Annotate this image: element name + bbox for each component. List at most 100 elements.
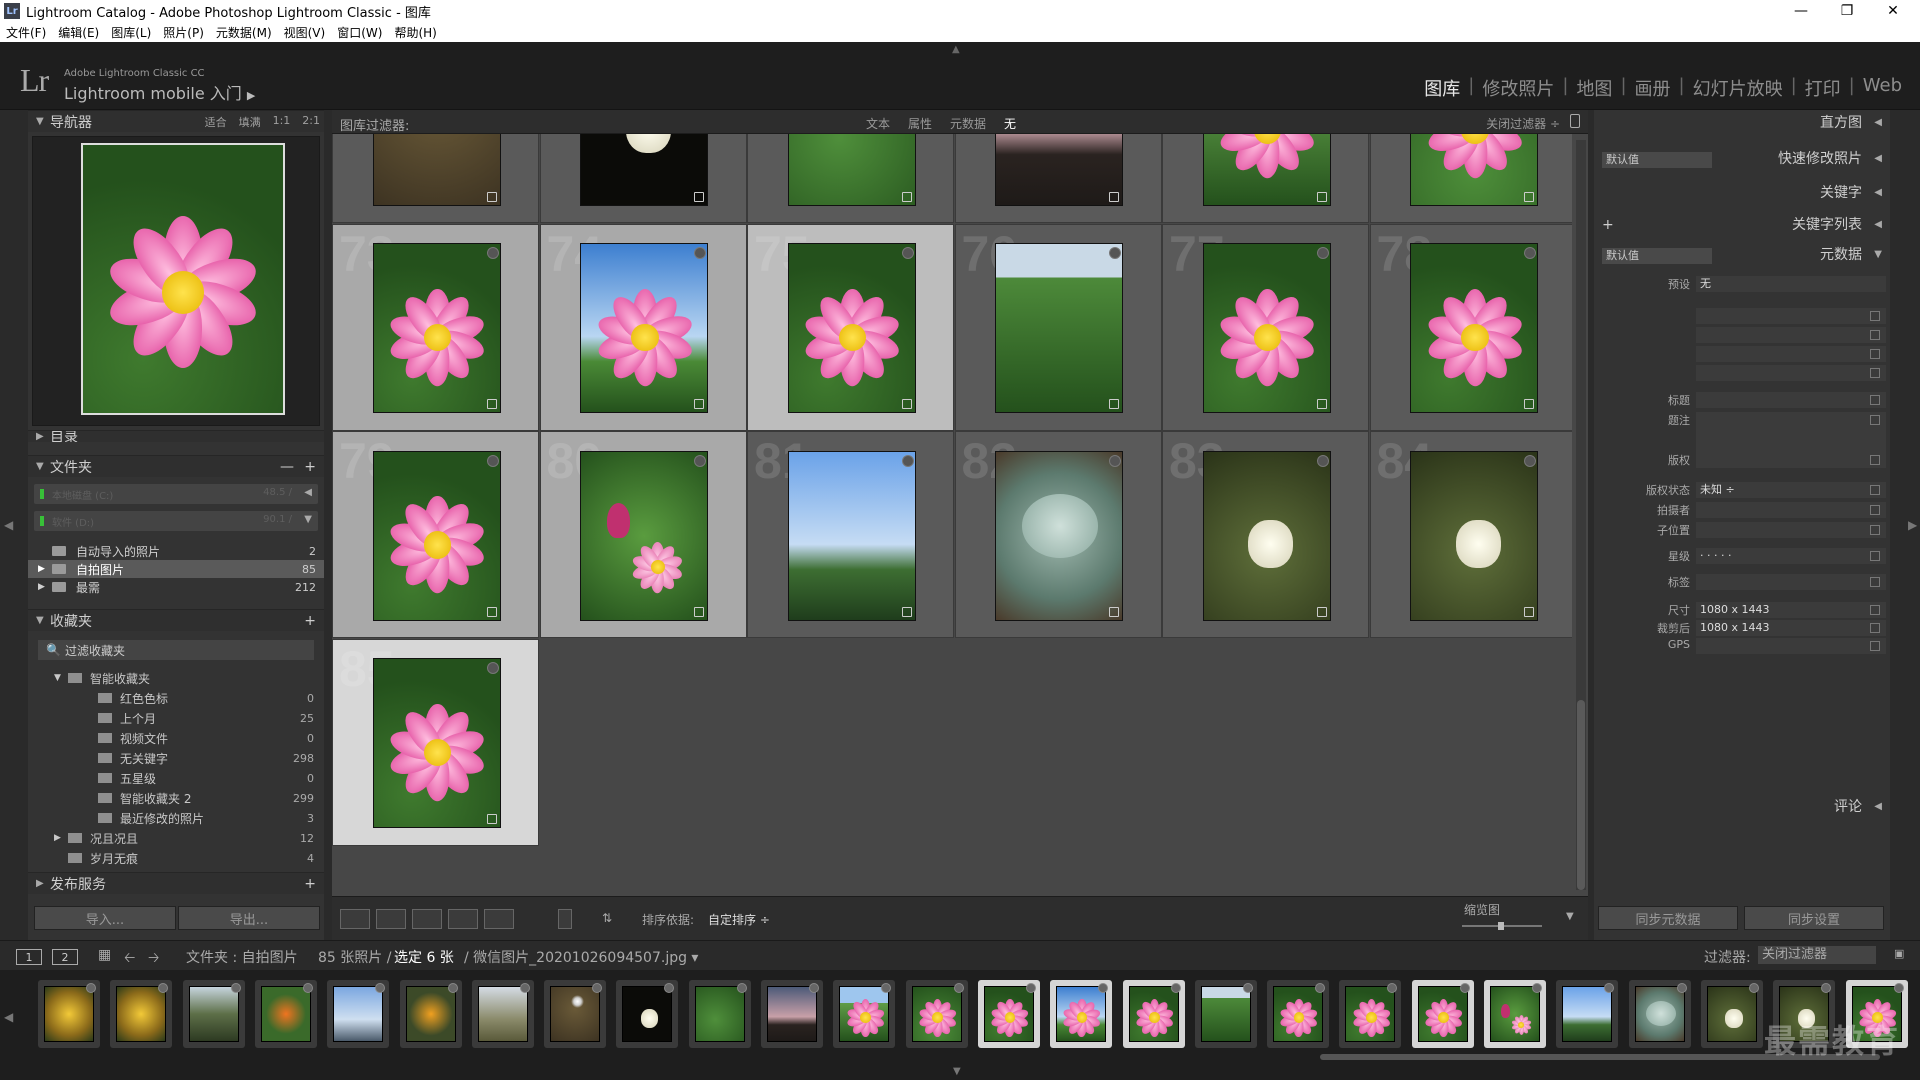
badge-icon[interactable] xyxy=(486,454,499,467)
metadata-value[interactable]: 1080 x 1443 xyxy=(1696,620,1886,636)
filmstrip-thumbnail[interactable] xyxy=(1700,980,1763,1048)
grid-cell[interactable] xyxy=(1369,134,1572,223)
menu-help[interactable]: 帮助(H) xyxy=(394,24,436,41)
filmstrip-thumbnail[interactable] xyxy=(977,980,1040,1048)
left-panel-toggle-icon[interactable]: ◀ xyxy=(4,518,13,532)
metadata-value[interactable] xyxy=(1696,346,1886,362)
collapse-bottom-arrow-icon[interactable]: ▼ xyxy=(953,1066,961,1077)
grid-cell[interactable]: 80 xyxy=(539,431,747,638)
badge-icon[interactable] xyxy=(694,247,706,259)
close-icon[interactable]: ✕ xyxy=(1870,0,1916,22)
metadata-action-icon[interactable] xyxy=(1870,551,1880,561)
metadata-action-icon[interactable] xyxy=(1870,395,1880,405)
filter-attribute[interactable]: 属性 xyxy=(908,115,932,132)
collection-item[interactable]: 智能收藏夹 2 299 xyxy=(28,788,324,808)
metadata-value[interactable] xyxy=(1696,522,1886,538)
grid-cell[interactable] xyxy=(332,134,539,223)
filmstrip-thumbnail[interactable] xyxy=(905,980,968,1048)
metadata-action-icon[interactable] xyxy=(1870,485,1880,495)
filmstrip-thumbnail[interactable] xyxy=(761,980,823,1048)
collections-header[interactable]: ▼ 收藏夹 + xyxy=(28,609,324,631)
keywording-header[interactable]: 关键字 ◀ xyxy=(1594,182,1890,204)
metadata-action-icon[interactable] xyxy=(1870,623,1880,633)
metadata-value[interactable] xyxy=(1696,452,1886,468)
folders-header[interactable]: ▼ 文件夹 — + xyxy=(28,455,324,477)
zoom-2-1[interactable]: 2:1 xyxy=(302,114,320,130)
collapse-top-arrow-icon[interactable]: ▲ xyxy=(952,44,960,55)
photo-thumbnail[interactable] xyxy=(372,658,501,828)
navigator-header[interactable]: ▼ 导航器 适合 填满 1:1 2:1 xyxy=(28,110,324,132)
photo-thumbnail[interactable] xyxy=(580,243,708,413)
grid-icon[interactable]: ▦ xyxy=(98,947,111,963)
remove-folder-icon[interactable]: — xyxy=(280,459,294,475)
metadata-action-icon[interactable] xyxy=(1870,605,1880,615)
minimize-icon[interactable]: — xyxy=(1778,0,1824,22)
photo-thumbnail[interactable] xyxy=(787,134,916,206)
metadata-action-icon[interactable] xyxy=(1870,505,1880,515)
metadata-action-icon[interactable] xyxy=(1870,368,1880,378)
filmstrip-thumbnail[interactable] xyxy=(1556,980,1619,1048)
add-collection-icon[interactable]: + xyxy=(304,613,316,629)
filmstrip-thumbnail[interactable] xyxy=(1484,980,1546,1048)
volume-c[interactable]: 本地磁盘 (C:) 48.5 /◀ xyxy=(34,484,318,504)
grid-cell[interactable] xyxy=(954,134,1162,223)
module-develop[interactable]: 修改照片 xyxy=(1474,75,1562,101)
source-path[interactable]: 文件夹 : 自拍图片 xyxy=(186,947,298,967)
filmstrip-left-arrow-icon[interactable]: ◀ xyxy=(4,1010,13,1024)
main-window-button[interactable]: 1 xyxy=(16,949,42,965)
badge-icon[interactable] xyxy=(486,247,499,259)
grid-cell[interactable]: 79 xyxy=(332,431,539,638)
photo-thumbnail[interactable] xyxy=(995,243,1123,413)
metadata-action-icon[interactable] xyxy=(1870,525,1880,535)
badge-icon[interactable] xyxy=(1316,247,1329,259)
menu-edit[interactable]: 编辑(E) xyxy=(58,24,99,41)
filter-collections-input[interactable]: 🔍 过滤收藏夹 xyxy=(38,640,314,660)
grid-cell[interactable]: 76 xyxy=(954,223,1162,431)
metadata-header[interactable]: 元数据 ▼ xyxy=(1594,244,1890,266)
photo-thumbnail[interactable] xyxy=(372,134,501,206)
photo-thumbnail[interactable] xyxy=(995,450,1123,621)
badge-icon[interactable] xyxy=(694,454,706,467)
import-button[interactable]: 导入... xyxy=(34,906,176,930)
filmstrip-thumbnail[interactable] xyxy=(544,980,607,1048)
badge-icon[interactable] xyxy=(1524,454,1536,467)
grid-scrollbar[interactable] xyxy=(1576,140,1586,890)
photo-thumbnail[interactable] xyxy=(372,450,501,621)
grid-cell[interactable]: 75 xyxy=(747,223,954,431)
metadata-action-icon[interactable] xyxy=(1870,415,1880,425)
filmstrip-thumbnail[interactable] xyxy=(616,980,679,1048)
sync-settings-button[interactable]: 同步设置 xyxy=(1744,906,1884,930)
module-book[interactable]: 画册 xyxy=(1627,75,1679,101)
grid-cell[interactable]: 85 xyxy=(332,638,539,846)
filter-preset-dropdown[interactable]: 关闭过滤器 ÷ xyxy=(1486,115,1560,132)
photo-thumbnail[interactable] xyxy=(787,450,916,621)
metadata-action-icon[interactable] xyxy=(1870,641,1880,651)
filmstrip-thumbnail[interactable] xyxy=(1050,980,1113,1048)
toolbar-menu-icon[interactable]: ▼ xyxy=(1566,911,1574,922)
metadata-value[interactable]: 未知 ÷ xyxy=(1696,482,1886,498)
grid-view-icon[interactable] xyxy=(340,909,370,929)
collection-item[interactable]: 红色色标 0 xyxy=(28,688,324,708)
menu-library[interactable]: 图库(L) xyxy=(111,24,151,41)
zoom-fill[interactable]: 填满 xyxy=(239,114,261,130)
menu-view[interactable]: 视图(V) xyxy=(284,24,326,41)
metadata-value[interactable] xyxy=(1696,327,1886,343)
right-panel-toggle-icon[interactable]: ▶ xyxy=(1908,518,1917,532)
photo-thumbnail[interactable] xyxy=(1410,243,1538,413)
metadata-value[interactable] xyxy=(1696,574,1886,590)
identity-mobile-link[interactable]: Lightroom mobile 入门 ▶ xyxy=(64,80,255,104)
photo-thumbnail[interactable] xyxy=(372,243,501,413)
add-folder-icon[interactable]: + xyxy=(304,459,316,475)
photo-thumbnail[interactable] xyxy=(580,450,708,621)
survey-view-icon[interactable] xyxy=(448,909,478,929)
photo-thumbnail[interactable] xyxy=(1202,243,1331,413)
grid-cell[interactable]: 73 xyxy=(332,223,539,431)
collection-item[interactable]: 无关键字 298 xyxy=(28,748,324,768)
secondary-window-button[interactable]: 2 xyxy=(52,949,78,965)
metadata-value[interactable] xyxy=(1696,638,1886,654)
navigator-preview[interactable] xyxy=(32,136,320,426)
sort-direction-icon[interactable]: ⇅ xyxy=(602,911,612,925)
metadata-value[interactable] xyxy=(1696,502,1886,518)
menu-metadata[interactable]: 元数据(M) xyxy=(216,24,272,41)
grid-cell[interactable]: 74 xyxy=(539,223,747,431)
